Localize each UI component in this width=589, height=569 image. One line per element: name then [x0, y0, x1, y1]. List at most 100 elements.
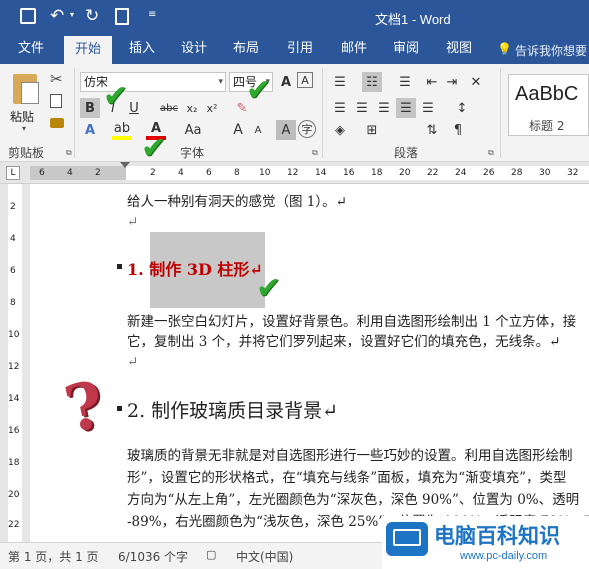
para2-line2[interactable]: 形”，设置它的形状格式，在“填充与线条”面板，填充为“渐变填充”，类型	[127, 468, 567, 488]
checkmark-icon: ✔	[246, 73, 272, 108]
shrink-font-button[interactable]: A	[248, 120, 268, 140]
change-case-button[interactable]: Aa	[180, 120, 206, 140]
align-right-icon[interactable]: ☰	[374, 98, 394, 118]
align-center-icon[interactable]: ☰	[352, 98, 372, 118]
format-painter-icon[interactable]	[50, 118, 64, 128]
line-spacing-icon[interactable]: ↕	[452, 98, 472, 118]
paste-label: 粘贴	[10, 110, 35, 124]
checkmark-icon: ✔	[141, 131, 167, 166]
bullets-icon[interactable]: ☰	[330, 72, 350, 92]
indent-marker[interactable]	[120, 162, 130, 168]
decrease-indent-icon[interactable]: ⇤	[422, 72, 442, 92]
show-marks-icon[interactable]: ¶	[448, 120, 468, 140]
ruler-tick: 8	[234, 168, 240, 178]
vruler-tick: 2	[10, 202, 16, 212]
para2-line3[interactable]: 方向为“从左上角”，左光圈颜色为“深灰色，深色 90%”、位置为 0%、透明	[127, 490, 579, 510]
cut-icon[interactable]: ✂	[50, 70, 63, 88]
undo-dropdown-icon[interactable]: ▾	[70, 10, 74, 19]
strikethrough-button[interactable]: abc	[156, 98, 182, 118]
heading-2[interactable]: 2. 制作玻璃质目录背景↵	[127, 398, 338, 424]
site-name: 电脑百科知识	[434, 524, 560, 548]
font-group-label: 字体	[180, 146, 205, 160]
style-heading2[interactable]: AaBbC 标题 2	[508, 74, 589, 136]
font-grow-icon[interactable]: A	[276, 72, 296, 92]
print-preview-icon[interactable]	[115, 8, 129, 25]
paste-icon	[13, 74, 39, 104]
tab-insert[interactable]: 插入	[120, 34, 164, 64]
superscript-button[interactable]: x²	[202, 98, 222, 118]
shading-icon[interactable]: ◈	[330, 120, 350, 140]
sort-icon[interactable]: ⇅	[422, 120, 442, 140]
tab-home[interactable]: 开始	[64, 36, 112, 64]
tell-me-box[interactable]: 告诉我你想要	[515, 42, 587, 59]
chinese-layout-icon[interactable]: ✕	[466, 72, 486, 92]
undo-icon[interactable]: ↶	[50, 6, 64, 26]
paragraph-group-label: 段落	[394, 146, 419, 160]
heading2-bullet	[117, 406, 122, 411]
vruler-tick: 6	[10, 266, 16, 276]
text-effects-icon[interactable]: A	[80, 120, 100, 140]
ruler-tick: 22	[427, 168, 439, 178]
paragraph-launcher-icon[interactable]: ⧉	[488, 148, 494, 158]
ruler-tick: 2	[95, 168, 101, 178]
heading-1[interactable]: 1. 制作 3D 柱形↵	[127, 260, 263, 280]
copy-icon[interactable]	[50, 94, 62, 108]
para1-line2[interactable]: 它，复制出 3 个，并将它们罗列起来，设置好它们的填充色，无线条。↵	[127, 332, 560, 352]
font-launcher-icon[interactable]: ⧉	[312, 148, 318, 158]
tab-file[interactable]: 文件	[10, 34, 52, 64]
language[interactable]: 中文(中国)	[236, 548, 293, 565]
save-icon[interactable]	[20, 8, 36, 24]
tab-references[interactable]: 引用	[278, 34, 322, 64]
redo-icon[interactable]: ↻	[85, 6, 99, 26]
ruler-tick: 24	[455, 168, 467, 178]
clipboard-group-label: 剪贴板	[8, 146, 45, 160]
font-name-combo[interactable]: 仿宋 ▾	[80, 72, 226, 92]
increase-indent-icon[interactable]: ⇥	[442, 72, 462, 92]
vertical-ruler[interactable]: 2 4 6 8 10 12 14 16 18 20 22	[0, 184, 30, 542]
char-shading-button[interactable]: A	[276, 120, 296, 140]
document-page[interactable]: 给人一种别有洞天的感觉（图 1）。↵ ↵ 1. 制作 3D 柱形↵ 新建一张空白…	[30, 184, 589, 542]
clear-formatting-icon[interactable]: A	[297, 72, 313, 88]
bold-button[interactable]: B	[80, 98, 100, 118]
checkmark-icon: ✔	[256, 271, 282, 306]
question-mark-icon: ?	[58, 366, 111, 449]
vruler-tick: 22	[8, 520, 20, 530]
word-count[interactable]: 6/1036 个字	[118, 548, 188, 565]
paste-button[interactable]: 粘贴 ▾	[8, 72, 44, 134]
distributed-icon[interactable]: ☰	[418, 98, 438, 118]
tab-view[interactable]: 视图	[437, 34, 481, 64]
subscript-button[interactable]: x₂	[182, 98, 202, 118]
vruler-tick: 12	[8, 362, 20, 372]
tab-design[interactable]: 设计	[172, 34, 216, 64]
ribbon-tabs: 文件 开始 插入 设计 布局 引用 邮件 审阅 视图 💡 告诉我你想要	[0, 34, 589, 64]
align-left-icon[interactable]: ☰	[330, 98, 350, 118]
tab-mailings[interactable]: 邮件	[332, 34, 376, 64]
multilevel-list-icon[interactable]: ☰	[395, 72, 415, 92]
tab-selector[interactable]: L	[6, 166, 20, 180]
proofing-icon[interactable]: ▢	[206, 548, 216, 561]
justify-icon[interactable]: ☰	[396, 98, 416, 118]
phonetic-guide-button[interactable]: 字	[298, 120, 316, 138]
para2-line1[interactable]: 玻璃质的背景无非就是对自选图形进行一些巧妙的设置。利用自选图形绘制	[127, 446, 573, 466]
clipboard-launcher-icon[interactable]: ⧉	[66, 148, 72, 158]
horizontal-ruler[interactable]: L 6 4 2 2 4 6 8 10 12 14 16 18 20 22 24 …	[0, 162, 589, 184]
customize-qat-icon[interactable]: ≡	[148, 9, 156, 20]
vruler-tick: 16	[8, 426, 20, 436]
tab-layout[interactable]: 布局	[224, 34, 268, 64]
page-count[interactable]: 第 1 页，共 1 页	[8, 548, 99, 565]
doc-line-1[interactable]: 给人一种别有洞天的感觉（图 1）。↵	[127, 192, 347, 212]
ruler-tick: 4	[67, 168, 73, 178]
vruler-tick: 14	[8, 394, 20, 404]
grow-font-button[interactable]: A	[228, 120, 248, 140]
para1-line1[interactable]: 新建一张空白幻灯片，设置好背景色。利用自选图形绘制出 1 个立方体，接	[127, 312, 576, 332]
ruler-tick: 30	[539, 168, 551, 178]
ruler-tick: 6	[206, 168, 212, 178]
tab-review[interactable]: 审阅	[384, 34, 428, 64]
borders-icon[interactable]: ⊞	[362, 120, 382, 140]
highlight-color-icon[interactable]: ab	[112, 120, 132, 140]
style-name: 标题 2	[529, 119, 565, 133]
numbering-icon[interactable]: ☷	[362, 72, 382, 92]
window-title: 文档1 - Word	[375, 12, 451, 27]
ruler-tick: 28	[511, 168, 523, 178]
site-logo: 电脑百科知识 www.pc-daily.com	[382, 516, 589, 569]
